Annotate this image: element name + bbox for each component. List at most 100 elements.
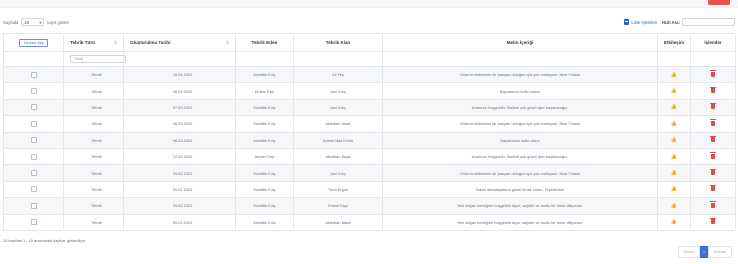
page-1-button[interactable]: 1	[700, 246, 708, 258]
cell-date: 09.02.2024	[123, 164, 236, 182]
cell-from: Ahmet Turp	[235, 147, 294, 166]
row-checkbox[interactable]	[30, 219, 37, 226]
cell-date: 07.03.2024	[123, 98, 236, 117]
row-checkbox[interactable]	[30, 170, 37, 177]
page-length-select[interactable]: 10 ▾	[21, 18, 45, 26]
list-actions-link[interactable]: Liste İşlemleri	[631, 20, 657, 25]
trash-icon[interactable]	[710, 102, 716, 110]
cell-type: Tebrik	[63, 65, 124, 84]
page-length-prefix: Sayfada	[3, 19, 19, 25]
filter-placeholder: Tümü	[74, 57, 84, 61]
prev-page-button[interactable]: Önceki	[678, 246, 700, 258]
thumbs-up-icon[interactable]: 👍	[671, 104, 677, 110]
table-controls: Sayfada 10 ▾ kayıt göster Liste İşlemler…	[3, 17, 735, 27]
column-header-date[interactable]: Oluşturulma Tarihi ⇅	[123, 33, 236, 52]
excel-icon[interactable]	[624, 19, 630, 25]
cell-from: Muhittin Kılıç	[235, 164, 294, 182]
cell-text: Aramıza Hoşgeldin. Sizlikle çok güzel iş…	[382, 147, 658, 166]
row-checkbox[interactable]	[30, 71, 37, 78]
cell-type: Tebrik	[63, 131, 124, 149]
select-all-button[interactable]: Tümünü Seç	[19, 38, 48, 47]
page-length-value: 10	[24, 19, 30, 25]
cell-from: Muhittin Kılıç	[235, 197, 294, 215]
cell-date: 09.02.2024	[123, 180, 236, 199]
row-checkbox[interactable]	[30, 202, 37, 209]
table-row: Tebrik 09.02.2024 Muhittin Kılıç Emine E…	[3, 197, 736, 215]
select-all-cell: Tümünü Seç	[3, 33, 64, 52]
thumbs-up-icon[interactable]: 👍	[671, 121, 677, 127]
thumbs-up-icon[interactable]: 👍	[671, 137, 677, 143]
row-checkbox[interactable]	[30, 104, 37, 111]
cell-to: Abdullah Ilawe	[293, 213, 383, 231]
cell-from: Muhittin Kılıç	[235, 65, 294, 84]
cell-text: Aramıza Hoşgeldin. Sizlikle çok güzel iş…	[382, 98, 658, 117]
cell-to: Ali Yeş	[293, 65, 383, 84]
row-checkbox[interactable]	[30, 186, 37, 193]
chevron-down-icon: ▾	[39, 19, 42, 25]
thumbs-up-icon[interactable]: 👍	[671, 203, 677, 209]
cell-to: Tuba Ergun	[293, 180, 383, 199]
trash-icon[interactable]	[710, 217, 716, 225]
cell-to: Abdullah Ilawe	[293, 115, 383, 133]
table-row: Tebrik 08.04.2024 Emine Eşçi Anıl Kılıç …	[3, 82, 736, 100]
cell-text: Yıllardır ekibimizin bir parçası olduğun…	[382, 65, 658, 84]
column-header-actions: İşlemler	[690, 33, 736, 52]
filter-row: Tümü	[3, 51, 736, 67]
cell-date: 06.03.2024	[123, 131, 236, 149]
pagination: Önceki 1 Sonraki	[678, 246, 732, 258]
table-row: Tebrik 09.02.2024 Muhittin Kılıç Anıl Kı…	[3, 164, 736, 182]
cell-text: Yeni doğan bebeğine hoşgeldin diyor, sağ…	[382, 213, 658, 231]
cell-from: Muhittin Kılıç	[235, 98, 294, 117]
trash-icon[interactable]	[710, 168, 716, 176]
thumbs-up-icon[interactable]: 👍	[671, 154, 677, 160]
row-checkbox[interactable]	[30, 137, 37, 144]
table-row: Tebrik 06.03.2024 Muhittin Kılıç Ahmet N…	[3, 131, 736, 149]
column-header-to[interactable]: Tebrik Alan	[293, 33, 383, 52]
thumbs-up-icon[interactable]: 👍	[671, 72, 677, 78]
table-row: Tebrik 07.03.2024 Muhittin Kılıç Anıl Kı…	[3, 98, 736, 117]
table-row: Tebrik 09.02.2024 Muhittin Kılıç Abdulla…	[3, 213, 736, 231]
cell-date: 09.02.2024	[123, 197, 236, 215]
search-input[interactable]	[682, 18, 735, 26]
cell-type: Tebrik	[63, 115, 124, 133]
trash-icon[interactable]	[710, 152, 716, 159]
row-checkbox[interactable]	[30, 153, 37, 160]
cell-from: Muhittin Kılıç	[235, 213, 294, 231]
row-checkbox[interactable]	[30, 120, 37, 127]
top-bar-action[interactable]	[708, 0, 730, 5]
thumbs-up-icon[interactable]: 👍	[671, 170, 677, 176]
trash-icon[interactable]	[710, 184, 716, 192]
table-row: Tebrik 12.02.2024 Ahmet Turp Melahan Kay…	[3, 147, 736, 166]
cell-date: 06.03.2024	[123, 115, 236, 133]
column-header-text[interactable]: Metin İçeriği	[382, 33, 658, 52]
cell-type: Tebrik	[63, 98, 124, 117]
row-checkbox[interactable]	[30, 88, 37, 95]
cell-to: Anıl Kılıç	[293, 98, 383, 117]
cell-type: Tebrik	[63, 213, 124, 231]
cell-text: Yıllardır ekibimizin bir parçası olduğun…	[382, 164, 658, 182]
column-header-type[interactable]: Tebrik Türü ⇅	[63, 33, 124, 52]
column-header-from[interactable]: Tebrik Eden	[235, 33, 294, 52]
cell-type: Tebrik	[63, 147, 124, 166]
thumbs-up-icon[interactable]: 👍	[671, 219, 677, 225]
trash-icon[interactable]	[710, 86, 716, 94]
search-label: Hızlı Ara:	[662, 19, 680, 25]
column-header-interaction: Etkileşim	[657, 33, 691, 52]
next-page-button[interactable]: Sonraki	[708, 246, 732, 258]
table-row: Tebrik 09.02.2024 Muhittin Kılıç Tuba Er…	[3, 180, 736, 199]
cell-date: 12.02.2024	[123, 147, 236, 166]
table-row: Tebrik 15.04.2024 Muhittin Kılıç Ali Yeş…	[3, 65, 736, 84]
cell-from: Muhittin Kılıç	[235, 180, 294, 199]
cell-text: Bayramınız kutlu olsun!	[382, 82, 658, 100]
trash-icon[interactable]	[710, 70, 716, 77]
cell-from: Emine Eşçi	[235, 82, 294, 100]
thumbs-up-icon[interactable]: 👍	[671, 186, 677, 192]
type-filter-input[interactable]: Tümü	[70, 55, 126, 63]
trash-icon[interactable]	[710, 119, 716, 126]
cell-type: Tebrik	[63, 197, 124, 215]
trash-icon[interactable]	[710, 135, 716, 143]
thumbs-up-icon[interactable]: 👍	[671, 88, 677, 94]
greetings-table: Tümünü Seç Tebrik Türü ⇅ Oluşturulma Tari…	[3, 33, 736, 231]
table-row: Tebrik 06.03.2024 Muhittin Kılıç Abdulla…	[3, 115, 736, 133]
trash-icon[interactable]	[710, 201, 716, 208]
